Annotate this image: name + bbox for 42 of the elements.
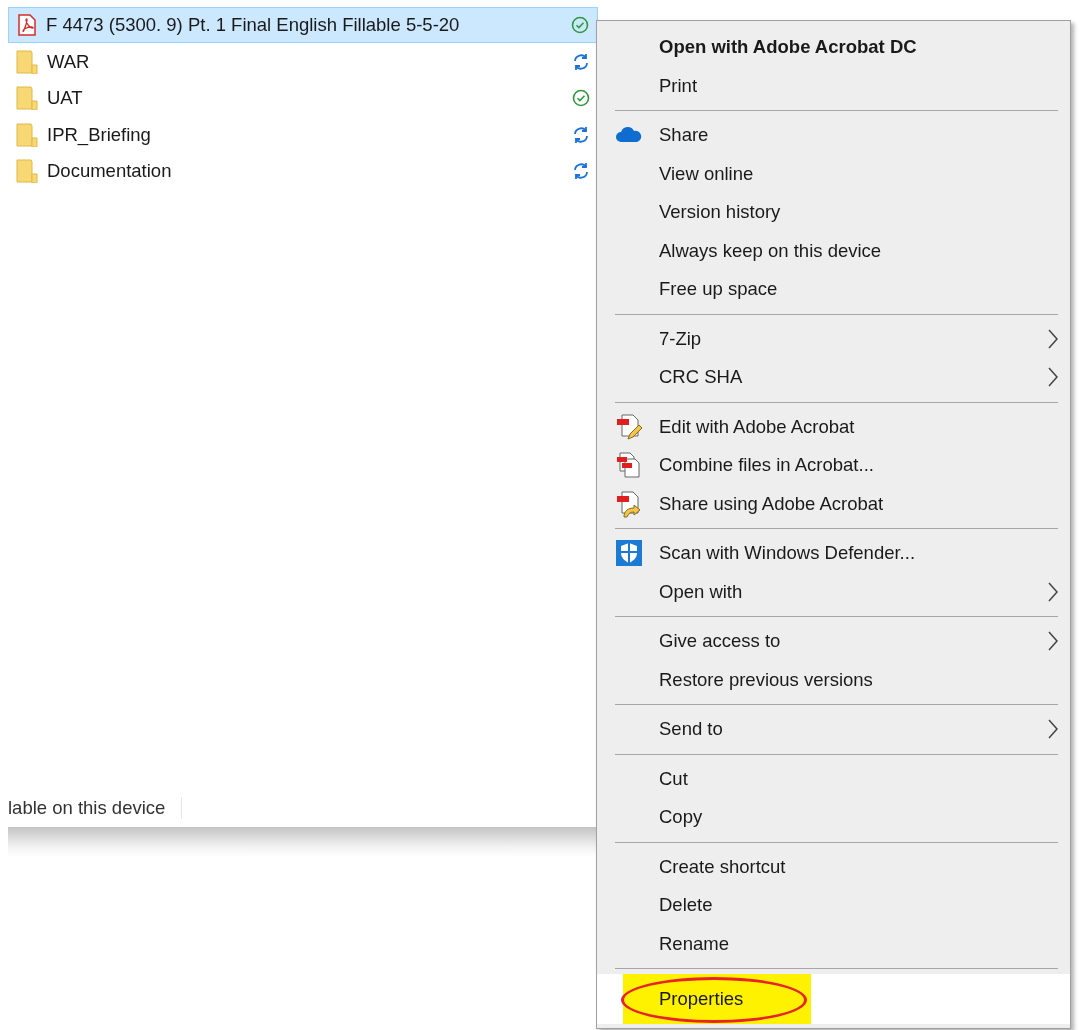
menu-item[interactable]: Scan with Windows Defender... [597, 534, 1070, 573]
menu-item[interactable]: Edit with Adobe Acrobat [597, 407, 1070, 446]
menu-item[interactable]: Properties [597, 974, 1070, 1024]
menu-item[interactable]: Print [597, 66, 1070, 105]
menu-item[interactable]: Delete [597, 886, 1070, 925]
cloud-icon [615, 127, 643, 144]
file-name: UAT [47, 87, 84, 109]
menu-item[interactable]: Always keep on this device [597, 231, 1070, 270]
folder-icon [16, 49, 38, 74]
file-name: WAR [47, 50, 91, 73]
file-row[interactable]: WAR [8, 43, 596, 80]
menu-item[interactable]: Rename [597, 924, 1070, 963]
menu-item[interactable]: Cut [597, 759, 1070, 798]
pdf-file-icon [17, 14, 37, 36]
file-name: Documentation [47, 160, 173, 182]
folder-icon [16, 159, 38, 183]
menu-item[interactable]: CRC SHA [597, 358, 1070, 397]
file-row[interactable]: IPR_Briefing [8, 116, 596, 153]
file-name: IPR_Briefing [47, 123, 152, 146]
folder-icon [16, 86, 38, 110]
menu-item[interactable]: Combine files in Acrobat... [597, 446, 1070, 485]
file-row[interactable]: Documentation [8, 153, 596, 189]
menu-item[interactable]: Create shortcut [597, 847, 1070, 886]
file-row[interactable]: UAT [8, 80, 596, 116]
menu-item[interactable]: Version history [597, 193, 1070, 232]
file-name: F 4473 (5300. 9) Pt. 1 Final English Fillable 5-5-20 [46, 14, 461, 36]
menu-item[interactable]: View online [597, 154, 1070, 193]
shield-icon [615, 539, 643, 568]
status-text: lable on this device [8, 797, 183, 819]
file-row[interactable]: F 4473 (5300. 9) Pt. 1 Final English Fillable 5-5-20 [8, 7, 598, 43]
menu-item[interactable]: Open with Adobe Acrobat DC [597, 28, 1070, 67]
menu-item[interactable]: 7-Zip [597, 319, 1070, 358]
menu-item[interactable]: Free up space [597, 270, 1070, 309]
menu-item[interactable]: Share using Adobe Acrobat [597, 484, 1070, 523]
menu-item[interactable]: Give access to [597, 622, 1070, 661]
menu-item[interactable]: Send to [597, 710, 1070, 749]
menu-item[interactable]: Restore previous versions [597, 660, 1070, 699]
menu-item[interactable]: Copy [597, 798, 1070, 837]
folder-icon [16, 122, 38, 147]
menu-item[interactable]: Open with [597, 572, 1070, 611]
menu-item[interactable]: Share [597, 116, 1070, 155]
document-pencil-icon [614, 411, 644, 442]
